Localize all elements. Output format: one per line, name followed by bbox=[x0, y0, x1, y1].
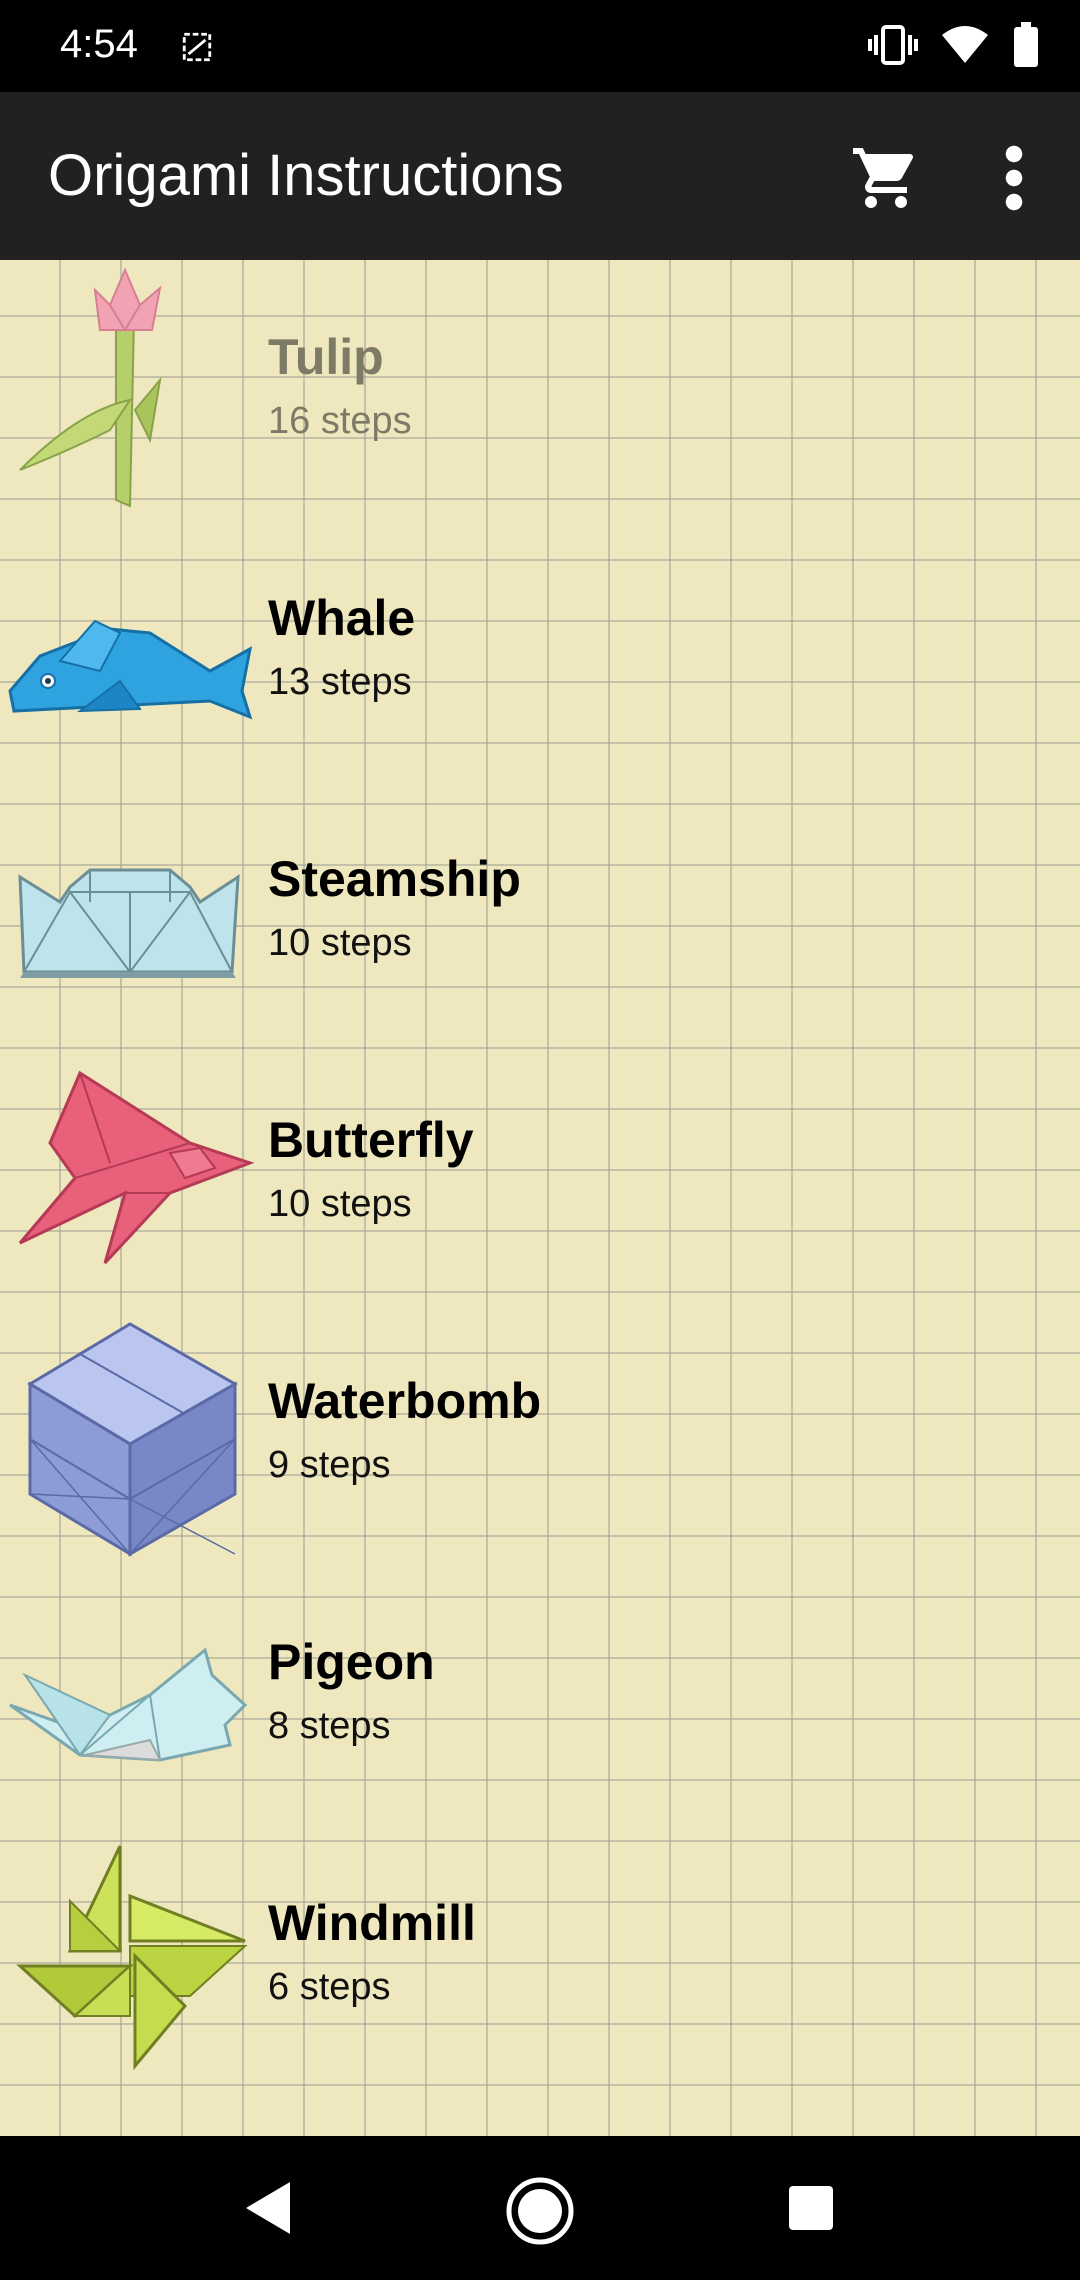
image-notification-icon bbox=[182, 32, 212, 62]
status-icons bbox=[868, 22, 1040, 68]
list-item-whale[interactable]: Whale 13 steps bbox=[0, 521, 1080, 782]
item-title: Pigeon bbox=[268, 1634, 435, 1690]
steamship-icon bbox=[18, 868, 240, 978]
item-steps: 10 steps bbox=[268, 1183, 412, 1225]
whale-icon bbox=[8, 619, 253, 720]
item-steps: 13 steps bbox=[268, 661, 412, 703]
app-title: Origami Instructions bbox=[48, 143, 564, 208]
item-steps: 10 steps bbox=[268, 922, 412, 964]
waterbomb-icon bbox=[27, 1322, 239, 1557]
status-time: 4:54 bbox=[60, 22, 138, 66]
list-item-windmill[interactable]: Windmill 6 steps bbox=[0, 1826, 1080, 2087]
app-bar: Origami Instructions bbox=[0, 92, 1080, 260]
origami-list[interactable]: Tulip 16 steps Whale 13 steps Steamship … bbox=[0, 260, 1080, 2136]
more-vert-icon[interactable] bbox=[990, 142, 1038, 214]
item-steps: 9 steps bbox=[268, 1444, 391, 1486]
tulip-icon bbox=[19, 267, 162, 508]
item-steps: 6 steps bbox=[268, 1966, 391, 2008]
battery-icon bbox=[1014, 22, 1038, 67]
pigeon-icon bbox=[9, 1647, 248, 1762]
item-title: Butterfly bbox=[268, 1112, 474, 1168]
item-title: Tulip bbox=[268, 329, 384, 385]
item-title: Windmill bbox=[268, 1895, 476, 1951]
list-item-steamship[interactable]: Steamship 10 steps bbox=[0, 782, 1080, 1043]
list-item-waterbomb[interactable]: Waterbomb 9 steps bbox=[0, 1304, 1080, 1565]
item-steps: 8 steps bbox=[268, 1705, 391, 1747]
list-item-butterfly[interactable]: Butterfly 10 steps bbox=[0, 1043, 1080, 1304]
butterfly-icon bbox=[18, 1070, 255, 1265]
system-nav-bar bbox=[0, 2136, 1080, 2280]
back-icon[interactable] bbox=[240, 2178, 296, 2238]
list-item-tulip[interactable]: Tulip 16 steps bbox=[0, 260, 1080, 521]
item-title: Steamship bbox=[268, 851, 521, 907]
item-title: Waterbomb bbox=[268, 1373, 542, 1429]
list-item-pigeon[interactable]: Pigeon 8 steps bbox=[0, 1565, 1080, 1826]
windmill-icon bbox=[16, 1845, 248, 2071]
home-icon[interactable] bbox=[505, 2176, 575, 2246]
item-title: Whale bbox=[268, 590, 416, 646]
cart-icon[interactable] bbox=[850, 142, 922, 214]
status-bar: 4:54 bbox=[0, 0, 1080, 92]
item-steps: 16 steps bbox=[268, 400, 412, 442]
vibrate-icon bbox=[868, 25, 918, 65]
recents-icon[interactable] bbox=[787, 2184, 835, 2232]
wifi-icon bbox=[942, 26, 988, 63]
